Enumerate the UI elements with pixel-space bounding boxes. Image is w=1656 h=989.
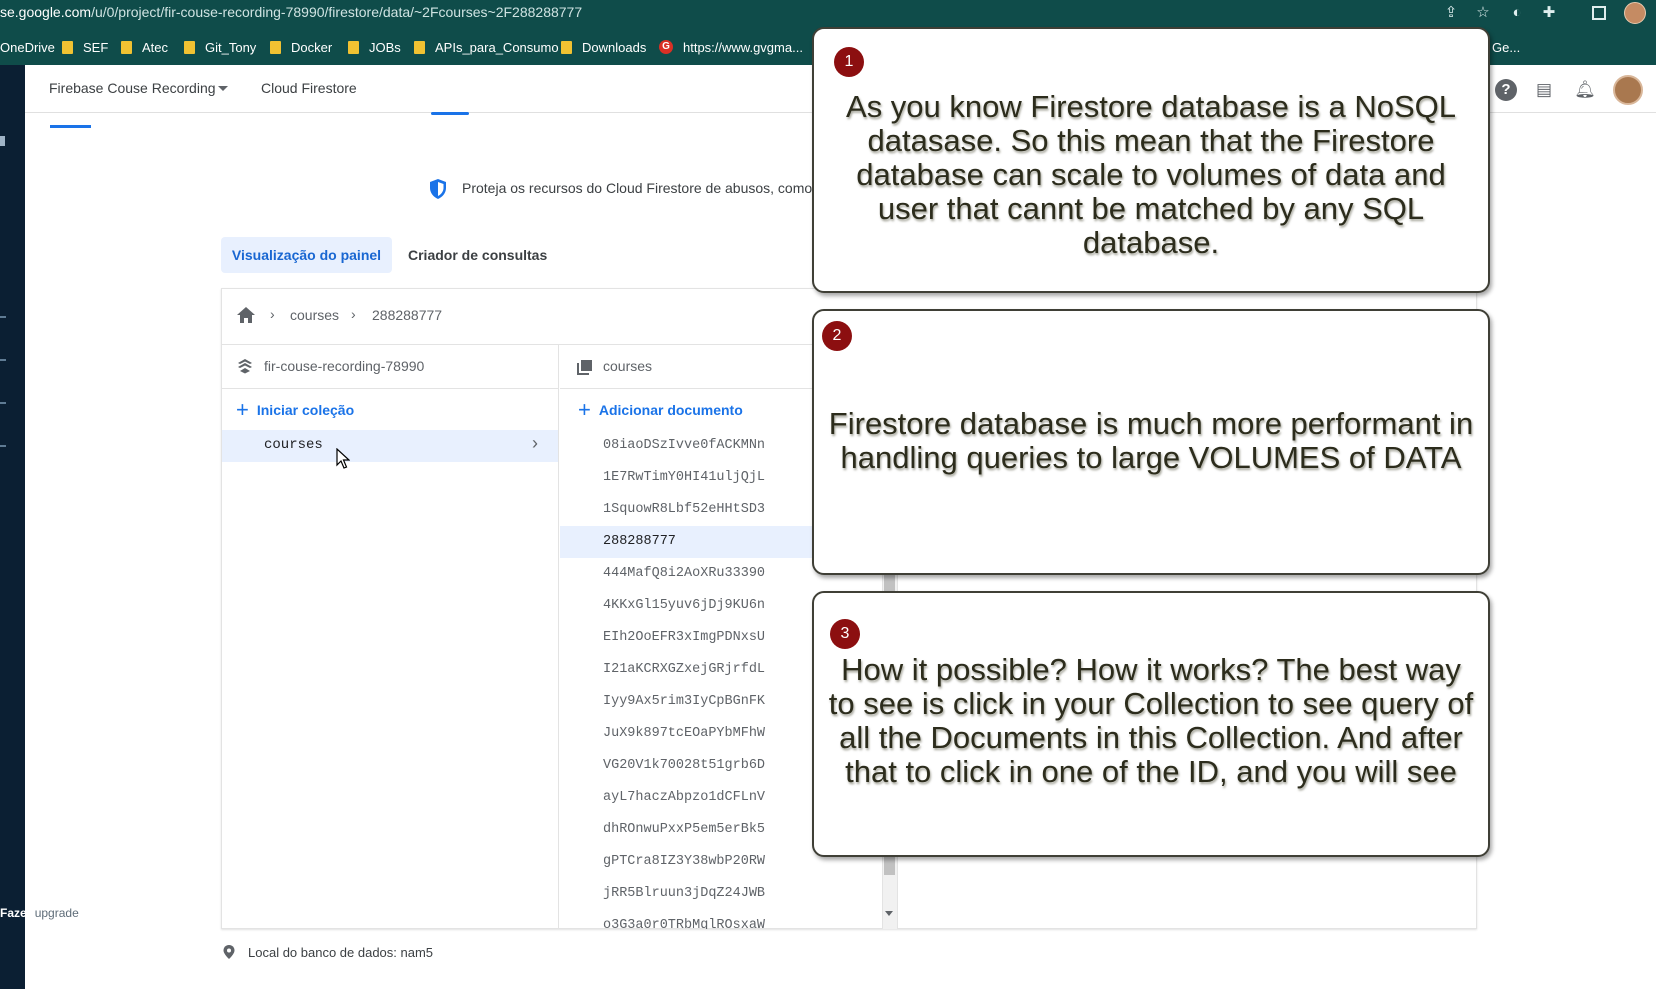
firebase-sidebar [0,65,25,989]
sync-icon[interactable]: ◐ [1508,4,1526,22]
folder-icon [348,40,359,54]
sidebar-settings-icon[interactable] [0,136,5,146]
folder-icon [121,40,132,54]
add-document-button[interactable]: + Adicionar documento [578,398,743,422]
chevron-right-icon[interactable]: › [532,433,538,454]
tab-panel-view[interactable]: Visualização do painel [221,237,392,273]
bookmark-label: OneDrive [0,39,55,55]
chevron-down-icon[interactable] [218,86,228,91]
breadcrumb-item-document[interactable]: 288288777 [372,307,442,323]
browser-profile-avatar[interactable] [1624,2,1646,24]
sidebar-nav-marker[interactable] [0,359,6,361]
callout-text-1: As you know Firestore database is a NoSQ… [846,89,1456,260]
database-location: Local do banco de dados: nam5 [248,945,434,960]
upgrade-label: Fazer [0,906,32,920]
folder-icon [561,40,572,54]
folder-icon [62,40,73,54]
bookmark-jobs[interactable]: JOBs [348,38,401,56]
tab-indicator [431,112,469,115]
user-avatar[interactable] [1613,75,1643,105]
extensions-icon[interactable]: ✚ [1540,4,1558,22]
document-row[interactable]: o3G3a0r0TRbMqlROsxaW [560,910,882,929]
bookmark-label: https://www.gvgma... [683,39,803,55]
scroll-down-icon[interactable] [885,911,893,916]
url-host: se.google.com [0,4,92,20]
bookmark-label: Atec [142,39,169,55]
product-title: Cloud Firestore [261,80,357,96]
collection-name[interactable]: courses [264,437,323,453]
help-icon[interactable]: ? [1495,79,1517,101]
bookmark-atec[interactable]: Atec [121,38,168,56]
shield-icon [430,179,446,199]
chevron-right-icon: › [351,306,356,322]
g-favicon-icon: G [659,40,673,54]
bookmark-label: SEF [83,39,109,55]
collection-icon [577,360,592,375]
home-icon[interactable] [236,305,256,325]
bookmark-label: Downloads [582,39,647,55]
callout-number-badge: 2 [822,321,852,351]
bookmark-downloads[interactable]: Downloads [561,38,646,56]
callout-text-2: Firestore database is much more performa… [828,406,1474,475]
callout-number-badge: 3 [830,619,860,649]
folder-icon [414,40,425,54]
bookmark-ge[interactable]: Ge... [1492,38,1520,56]
folder-icon [270,40,281,54]
upgrade-suffix: upgrade [34,906,79,920]
bookmark-onedrive[interactable]: OneDrive [0,38,55,56]
chevron-right-icon: › [270,306,275,322]
notifications-bell-icon[interactable]: 🔔︎ [1574,79,1596,101]
callout-text-3: How it possible? How it works? The best … [828,652,1474,789]
sidebar-nav-marker[interactable] [0,316,6,318]
bookmark-label: Ge... [1492,39,1521,55]
upgrade-button[interactable]: Fazer upgrade [0,906,79,920]
active-tab-indicator [50,125,91,128]
url-path: /u/0/project/fir-couse-recording-78990/f… [91,4,583,20]
mouse-cursor-icon [336,448,350,469]
bookmark-apis-para-consumo[interactable]: APIs_para_Consumo [414,38,559,56]
share-icon[interactable]: ⇪ [1442,4,1460,22]
bookmark-sef[interactable]: SEF [62,38,108,56]
add-document-label: Adicionar documento [598,402,743,418]
callout-number-badge: 1 [834,47,864,77]
start-collection-button[interactable]: + Iniciar coleção [236,398,354,422]
document-row[interactable]: jRR5Blruun3jDqZ24JWB [560,878,882,910]
project-selector[interactable]: Firebase Couse Recording [49,80,216,96]
firestore-database-icon [238,359,252,374]
sidepanel-icon[interactable] [1592,6,1606,20]
bookmark-gvgmall[interactable]: Ghttps://www.gvgma... [659,38,803,56]
sidebar-nav-marker[interactable] [0,445,6,447]
star-icon[interactable]: ☆ [1474,4,1492,22]
release-notes-icon[interactable]: ▤ [1533,79,1555,101]
plus-icon: + [578,397,591,422]
breadcrumb-item-collection[interactable]: courses [290,307,339,323]
sidebar-nav-marker[interactable] [0,402,6,404]
app-check-banner-text: Proteja os recursos do Cloud Firestore d… [462,180,813,196]
location-pin-icon [223,945,235,959]
database-name: fir-couse-recording-78990 [264,358,425,374]
bookmark-docker[interactable]: Docker [270,38,332,56]
bookmark-label: Git_Tony [205,39,257,55]
folder-icon [184,40,195,54]
plus-icon: + [236,397,249,422]
start-collection-label: Iniciar coleção [256,402,355,418]
tab-query-builder[interactable]: Criador de consultas [408,237,547,273]
url-text[interactable]: se.google.com/u/0/project/fir-couse-reco… [0,4,582,20]
bookmark-git-tony[interactable]: Git_Tony [184,38,256,56]
bookmark-label: JOBs [369,39,401,55]
collection-title: courses [603,358,653,374]
bookmark-label: Docker [291,39,333,55]
bookmark-label: APIs_para_Consumo [435,39,559,55]
